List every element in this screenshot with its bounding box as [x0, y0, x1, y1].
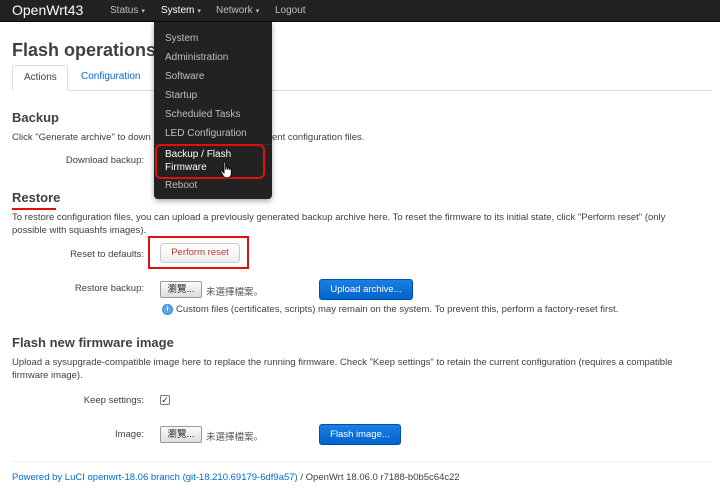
- nav-network[interactable]: Network ▾: [216, 5, 259, 16]
- restore-description: To restore configuration files, you can …: [12, 212, 666, 236]
- nav-logout[interactable]: Logout: [275, 5, 306, 16]
- restore-backup-label: Restore backup:: [74, 283, 144, 294]
- restore-heading: Restore: [12, 190, 61, 205]
- keep-settings-checkbox[interactable]: ✓: [160, 395, 170, 405]
- footer-version: OpenWrt 18.06.0 r7188-b0b5c64c22: [305, 472, 460, 483]
- flash-description: Upload a sysupgrade-compatible image her…: [12, 357, 673, 381]
- image-no-file-text: 未選擇檔案。: [206, 432, 264, 443]
- top-navbar: OpenWrt43 Status ▾ System ▾ Network ▾ Logou…: [0, 0, 720, 22]
- restore-annotation-underline: [12, 208, 56, 210]
- restore-no-file-text: 未選擇檔案。: [206, 287, 264, 298]
- menu-item-scheduled-tasks[interactable]: Scheduled Tasks: [165, 109, 240, 120]
- hand-pointer-icon: [220, 161, 232, 179]
- restore-info-text: Custom files (certificates, scripts) may…: [176, 304, 619, 315]
- reset-defaults-label: Reset to defaults:: [70, 249, 144, 260]
- footer: Powered by LuCI openwrt-18.06 branch (gi…: [12, 472, 460, 483]
- keep-settings-label: Keep settings:: [83, 395, 144, 406]
- menu-item-startup[interactable]: Startup: [165, 90, 197, 101]
- footer-divider: [12, 461, 712, 462]
- nav-network-label: Network: [216, 5, 253, 16]
- menu-item-led-configuration[interactable]: LED Configuration: [165, 128, 247, 139]
- chevron-down-icon: ▾: [255, 8, 260, 15]
- backup-heading: Backup: [12, 110, 59, 125]
- luci-link[interactable]: Powered by LuCI openwrt-18.06 branch (gi…: [12, 472, 298, 483]
- restore-browse-button[interactable]: 瀏覽...: [160, 281, 202, 298]
- menu-item-reboot[interactable]: Reboot: [165, 180, 197, 191]
- flash-image-button[interactable]: Flash image...: [319, 424, 401, 445]
- menu-item-administration[interactable]: Administration: [165, 52, 228, 63]
- backup-description-right: ent configuration files.: [272, 132, 365, 143]
- flash-heading: Flash new firmware image: [12, 335, 174, 350]
- tab-configuration[interactable]: Configuration: [70, 65, 151, 91]
- nav-status[interactable]: Status ▾: [110, 5, 145, 16]
- chevron-down-icon: ▾: [197, 8, 201, 15]
- reset-annotation-box: [148, 236, 249, 269]
- menu-item-software[interactable]: Software: [165, 71, 204, 82]
- chevron-down-icon: ▾: [141, 8, 145, 15]
- backup-description-left: Click "Generate archive" to down: [12, 132, 151, 143]
- nav-status-label: Status: [110, 5, 139, 16]
- image-label: Image:: [114, 429, 144, 440]
- nav-system-label: System: [161, 5, 195, 16]
- page-title: Flash operations: [12, 40, 157, 60]
- upload-archive-button[interactable]: Upload archive...: [319, 279, 413, 300]
- brand-logo[interactable]: OpenWrt43: [12, 2, 83, 18]
- tab-actions[interactable]: Actions: [12, 65, 68, 91]
- nav-system[interactable]: System ▾: [161, 5, 201, 16]
- image-browse-button[interactable]: 瀏覽...: [160, 426, 202, 443]
- info-circle-icon: i: [162, 304, 173, 315]
- menu-annotation-box: [155, 144, 265, 179]
- menu-item-system[interactable]: System: [165, 33, 198, 44]
- footer-separator: /: [297, 472, 306, 483]
- download-backup-label: Download backup:: [65, 155, 144, 166]
